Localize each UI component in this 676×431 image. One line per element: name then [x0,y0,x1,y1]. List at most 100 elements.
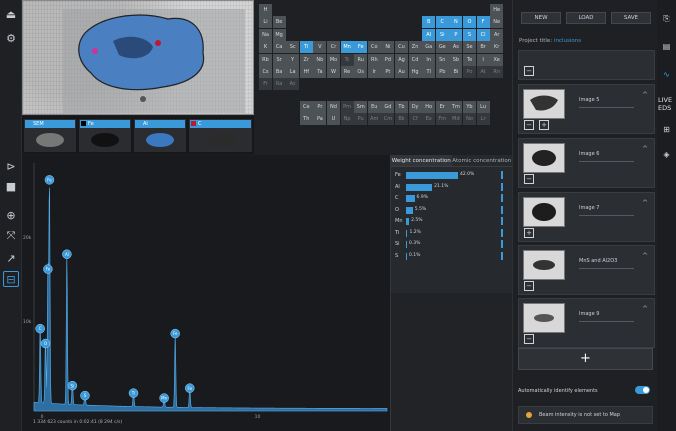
element-co[interactable]: Co [367,41,381,54]
element-pu[interactable]: Pu [354,113,368,126]
chevron-up-icon[interactable]: ^ [642,91,648,99]
element-f[interactable]: F [476,16,490,29]
element-cf[interactable]: Cf [408,113,422,126]
project-title-value[interactable]: inclusions [554,38,581,44]
element-pa[interactable]: Pa [313,113,327,126]
live-eds-label[interactable]: LIVE EDS [658,96,676,112]
element-v[interactable]: V [313,41,327,54]
element-bi[interactable]: Bi [449,66,463,78]
add-image-button[interactable]: + [518,348,653,370]
element-k[interactable]: K [259,41,272,54]
document-icon[interactable]: ⎘ [659,14,674,24]
element-y[interactable]: Y [286,53,300,66]
element-yb[interactable]: Yb [463,101,476,113]
element-sr[interactable]: Sr [272,53,286,66]
element-i[interactable]: I [476,53,490,66]
element-nb[interactable]: Nb [313,53,327,66]
element-br[interactable]: Br [476,41,490,54]
slider-handle[interactable] [501,240,503,248]
element-os[interactable]: Os [354,66,368,78]
element-nd[interactable]: Nd [327,101,340,113]
element-cr[interactable]: Cr [327,41,340,54]
minus-box-icon[interactable]: ⊟ [3,271,19,287]
chevron-up-icon[interactable]: ^ [642,252,648,260]
element-al[interactable]: Al [422,28,436,41]
crosshair-icon[interactable]: + [524,228,534,238]
element-cs[interactable]: Cs [259,66,272,78]
element-re[interactable]: Re [340,66,354,78]
play-icon[interactable]: ⊳ [3,158,19,174]
element-ni[interactable]: Ni [381,41,395,54]
element-fm[interactable]: Fm [435,113,449,126]
minus-box-icon[interactable]: − [524,120,534,130]
element-ba[interactable]: Ba [272,66,286,78]
image-card[interactable]: Image 9 ^ − [518,298,655,348]
element-cd[interactable]: Cd [408,53,422,66]
element-pb[interactable]: Pb [435,66,449,78]
element-ga[interactable]: Ga [422,41,436,54]
slider-handle[interactable] [501,171,503,179]
element-sn[interactable]: Sn [435,53,449,66]
element-dy[interactable]: Dy [408,101,422,113]
element-no[interactable]: No [463,113,476,126]
element-in[interactable]: In [422,53,436,66]
element-bk[interactable]: Bk [395,113,408,126]
element-be[interactable]: Be [272,16,286,29]
element-pt[interactable]: Pt [381,66,395,78]
element-u[interactable]: U [327,113,340,126]
element-mo[interactable]: Mo [327,53,340,66]
element-am[interactable]: Am [367,113,381,126]
element-tb[interactable]: Tb [395,101,408,113]
element-rh[interactable]: Rh [367,53,381,66]
element-ir[interactable]: Ir [367,66,381,78]
element-ac[interactable]: Ac [286,78,300,91]
crosshair-icon[interactable]: + [539,120,549,130]
thumb-fe[interactable]: Fe [79,119,131,152]
slider-handle[interactable] [501,194,503,202]
element-la[interactable]: La [286,66,300,78]
element-si[interactable]: Si [435,28,449,41]
image-card[interactable]: Image 7 ^ + [518,192,655,242]
element-eu[interactable]: Eu [367,101,381,113]
element-hg[interactable]: Hg [408,66,422,78]
slider-handle[interactable] [501,217,503,225]
element-kr[interactable]: Kr [490,41,504,54]
element-mn[interactable]: Mn [340,41,354,54]
minus-box-icon[interactable]: − [524,334,534,344]
image-card[interactable]: Image 6 ^ − [518,138,655,188]
element-b[interactable]: B [422,16,436,29]
chevron-up-icon[interactable]: ^ [642,199,648,207]
element-lr[interactable]: Lr [476,113,490,126]
sem-image-viewer[interactable] [22,0,254,115]
element-tm[interactable]: Tm [449,101,463,113]
element-md[interactable]: Md [449,113,463,126]
expand-icon[interactable]: ⤧ [3,228,19,244]
element-ru[interactable]: Ru [354,53,368,66]
element-sm[interactable]: Sm [354,101,368,113]
minus-box-icon[interactable]: − [524,174,534,184]
element-rb[interactable]: Rb [259,53,272,66]
element-hf[interactable]: Hf [299,66,313,78]
element-as[interactable]: As [449,41,463,54]
slider-handle[interactable] [501,251,503,260]
element-zr[interactable]: Zr [299,53,313,66]
element-fr[interactable]: Fr [259,78,272,91]
slider-handle[interactable] [501,205,503,214]
image-card-partial[interactable]: − [518,50,655,80]
layers-icon[interactable]: ◈ [659,150,674,159]
slider-handle[interactable] [501,228,503,237]
slider-handle[interactable] [501,182,503,191]
new-button[interactable]: NEW [521,12,561,24]
image-card[interactable]: MnS and Al2O3 ^ − [518,245,655,295]
element-xe[interactable]: Xe [490,53,504,66]
element-cl[interactable]: Cl [476,28,490,41]
element-cu[interactable]: Cu [395,41,408,54]
element-er[interactable]: Er [435,101,449,113]
element-ag[interactable]: Ag [395,53,408,66]
crosshair-icon[interactable]: ⊕ [3,207,19,223]
element-mg[interactable]: Mg [272,28,286,41]
element-ne[interactable]: Ne [490,16,504,29]
tab-atomic-concentration[interactable]: Atomic concentration [452,155,513,166]
element-se[interactable]: Se [463,41,476,54]
element-ge[interactable]: Ge [435,41,449,54]
